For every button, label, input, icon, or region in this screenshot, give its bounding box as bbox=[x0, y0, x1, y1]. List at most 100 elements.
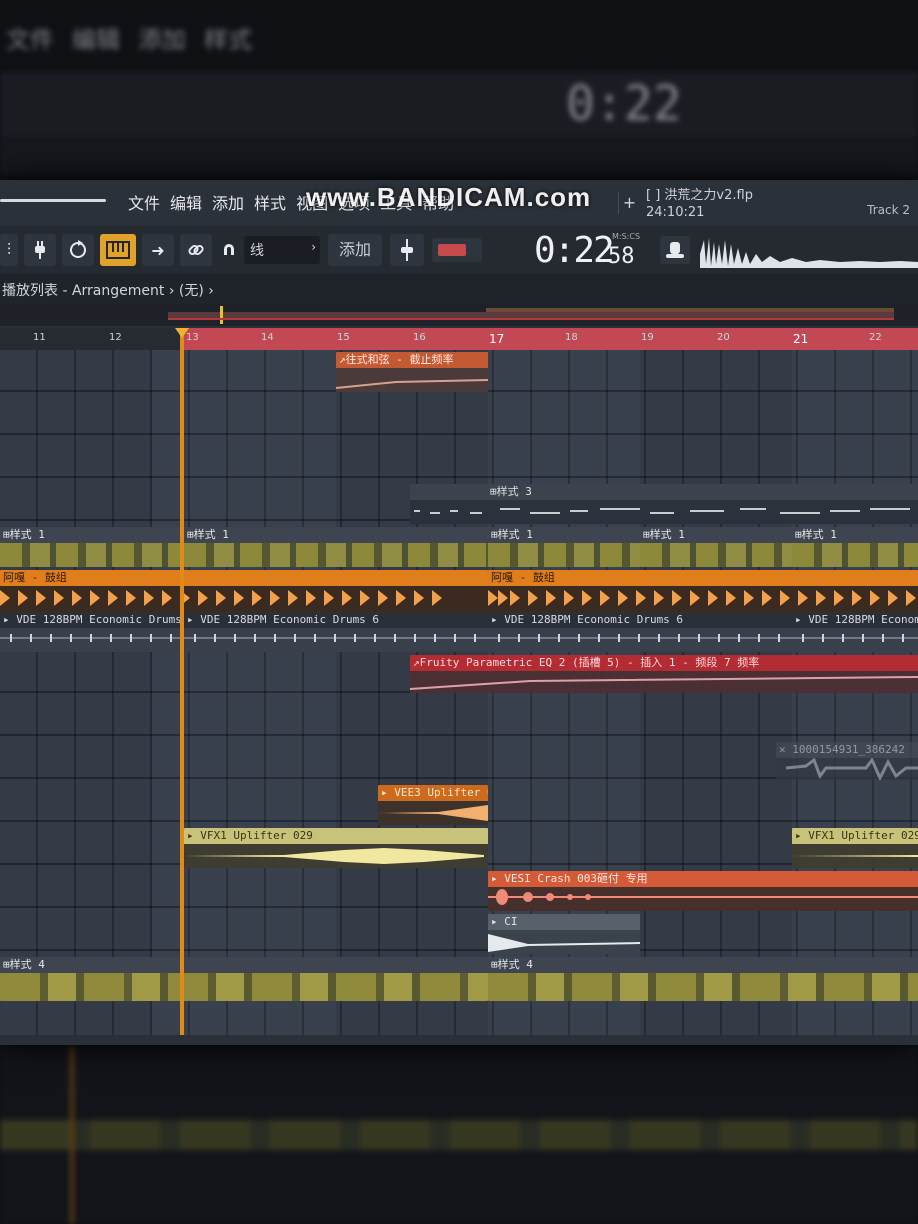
playlist-overview[interactable] bbox=[0, 304, 918, 326]
automation-clip-eq[interactable]: ↗Fruity Parametric EQ 2 (插槽 5) - 插入 1 - … bbox=[410, 655, 918, 693]
loop-icon[interactable] bbox=[62, 234, 94, 266]
arrow-right-icon[interactable]: ➜ bbox=[142, 234, 174, 266]
clip-title: ▸ VDE 128BPM Economic Drums 6 bbox=[488, 612, 792, 628]
time-unit-label: M:S:CS bbox=[612, 232, 641, 241]
automation-clip[interactable]: ↗往式和弦 - 截止频率 bbox=[336, 352, 488, 392]
bandicam-watermark: www.BANDICAM.com bbox=[306, 182, 592, 212]
clip-title: ▸ VEE3 Uplifter 04 bbox=[378, 785, 488, 801]
background-playline bbox=[70, 1045, 74, 1224]
song-time: 0:22 bbox=[534, 230, 615, 271]
menu-add[interactable]: 添加 bbox=[212, 190, 244, 214]
pattern-clip-4[interactable]: ⊞样式 4 bbox=[0, 957, 488, 1001]
clip-title: ▸ VFX1 Uplifter 029 bbox=[792, 828, 918, 844]
audio-clip-vde[interactable]: ▸ VDE 128BPM Economic Drums 6 bbox=[488, 612, 792, 652]
output-waveform bbox=[700, 238, 918, 268]
project-time: 24:10:21 bbox=[646, 205, 705, 220]
bar-number: 20 bbox=[717, 332, 730, 343]
snap-value: 线 bbox=[250, 243, 264, 259]
pattern-clip-1[interactable]: ⊞样式 1 bbox=[184, 527, 488, 567]
drum-clip[interactable]: 阿嘎 - 鼓组 bbox=[488, 570, 918, 612]
menu-patterns[interactable]: 样式 bbox=[254, 190, 286, 214]
bar-number: 19 bbox=[641, 332, 654, 343]
hat-icon[interactable] bbox=[660, 236, 690, 264]
project-bracket: [ ] bbox=[646, 188, 661, 203]
timeline-ruler[interactable]: 11 12 13 14 15 16 17 18 19 20 21 22 bbox=[0, 328, 918, 350]
audio-clip-vesi[interactable]: ▸ VESI Crash 003砸付 专用 bbox=[488, 871, 918, 911]
audio-clip-vde[interactable]: ▸ VDE 128BPM Economic Drums 6 bbox=[0, 612, 184, 652]
clip-title: 阿嘎 - 鼓组 bbox=[488, 570, 918, 586]
clip-title: ↗Fruity Parametric EQ 2 (插槽 5) - 插入 1 - … bbox=[410, 655, 918, 671]
bar-shade bbox=[0, 350, 152, 1035]
pattern-clip-1[interactable]: ⊞样式 1 bbox=[792, 527, 918, 567]
stamp-icon[interactable] bbox=[390, 234, 424, 266]
audio-clip-ci[interactable]: ▸ CI bbox=[488, 914, 640, 954]
clip-title: ▸ VDE 128BPM Economic Drums 6 bbox=[0, 612, 184, 628]
breadcrumb-separator-end: › bbox=[208, 283, 214, 299]
pattern-clip-4[interactable]: ⊞样式 4 bbox=[488, 957, 918, 1001]
clip-title: 阿嘎 - 鼓组 bbox=[0, 570, 488, 586]
pattern-clip-1[interactable]: ⊞样式 1 bbox=[0, 527, 184, 567]
audio-clip-vde[interactable]: ▸ VDE 128BPM Economic Drums 6 bbox=[184, 612, 488, 652]
menu-file[interactable]: 文件 bbox=[128, 190, 160, 214]
clip-title: ▸ VESI Crash 003砸付 专用 bbox=[488, 871, 918, 887]
clip-title: ▸ CI bbox=[488, 914, 640, 930]
audio-clip-vfx1[interactable]: ▸ VFX1 Uplifter 029 bbox=[184, 828, 488, 868]
clip-title: ✕ 1000154931_386242 bbox=[776, 742, 918, 758]
bar-number: 14 bbox=[261, 332, 274, 343]
breadcrumb-current[interactable]: (无) bbox=[179, 283, 204, 299]
add-button[interactable]: 添加 bbox=[328, 234, 382, 266]
playhead-marker-icon[interactable] bbox=[175, 328, 189, 338]
bar-number: 12 bbox=[109, 332, 122, 343]
bar-number: 15 bbox=[337, 332, 350, 343]
piano-icon[interactable] bbox=[100, 234, 136, 266]
audio-clip-vde[interactable]: ▸ VDE 128BPM Economic Drums 6 bbox=[792, 612, 918, 652]
pattern-clip-3[interactable]: ⊞样式 3 bbox=[410, 484, 918, 524]
breadcrumb-playlist[interactable]: 播放列表 - Arrangement bbox=[2, 283, 164, 299]
project-info: [ ] 洪荒之力v2.flp 24:10:21 bbox=[646, 184, 753, 220]
breadcrumb-separator: › bbox=[168, 283, 175, 299]
clip-title: ▸ VDE 128BPM Economic Drums 6 bbox=[184, 612, 488, 628]
playhead[interactable] bbox=[180, 328, 184, 1035]
pattern-icon[interactable] bbox=[432, 238, 482, 262]
chevron-right-icon: › bbox=[311, 240, 316, 254]
playlist-window: 文件 编辑 添加 样式 视图 选项 工具 帮助 www.BANDICAM.com… bbox=[0, 180, 918, 1045]
clip-title: ▸ VFX1 Uplifter 029 bbox=[184, 828, 488, 844]
bar-number: 11 bbox=[33, 332, 46, 343]
clip-title: ⊞样式 1 bbox=[640, 527, 792, 543]
breadcrumb: 播放列表 - Arrangement › (无) › bbox=[0, 274, 918, 304]
bar-number: 22 bbox=[869, 332, 882, 343]
playlist-tracks[interactable]: ↗往式和弦 - 截止频率 ⊞样式 3 ⊞样式 1 ⊞样式 1 ⊞样式 1 ⊞样式… bbox=[0, 350, 918, 1035]
clip-title: ↗往式和弦 - 截止频率 bbox=[336, 352, 488, 368]
magnet-icon[interactable] bbox=[218, 234, 240, 266]
clip-title: ▸ VDE 128BPM Economic Drums 6 bbox=[792, 612, 918, 628]
mixer-icon[interactable]: ⫶ bbox=[0, 234, 18, 266]
clip-title: ⊞样式 1 bbox=[792, 527, 918, 543]
background-toolbar bbox=[0, 72, 918, 138]
pattern-clip-1[interactable]: ⊞样式 1 bbox=[488, 527, 640, 567]
clip-title: ⊞样式 1 bbox=[0, 527, 184, 543]
audio-clip-sample[interactable]: ✕ 1000154931_386242 bbox=[776, 742, 918, 780]
audio-clip-vfx1[interactable]: ▸ VFX1 Uplifter 029 bbox=[792, 828, 918, 868]
snap-select[interactable]: 线 › bbox=[244, 236, 320, 264]
clip-title: ⊞样式 4 bbox=[488, 957, 918, 973]
background-breadcrumb bbox=[0, 140, 918, 176]
menubar: 文件 编辑 添加 样式 视图 选项 工具 帮助 www.BANDICAM.com… bbox=[0, 180, 918, 226]
audio-clip-vee3[interactable]: ▸ VEE3 Uplifter 04 bbox=[378, 785, 488, 825]
link-icon[interactable] bbox=[180, 234, 212, 266]
background-stripe bbox=[0, 1120, 918, 1150]
clip-title: ⊞样式 4 bbox=[0, 957, 488, 973]
overview-clips bbox=[168, 306, 894, 324]
master-volume-slider[interactable] bbox=[0, 199, 106, 202]
drum-clip[interactable]: 阿嘎 - 鼓组 bbox=[0, 570, 488, 612]
bar-number: 18 bbox=[565, 332, 578, 343]
project-name: 洪荒之力v2.flp bbox=[664, 188, 753, 203]
toolbar: ⫶ ➜ 线 › 添加 0:22 M:S:CS 58 bbox=[0, 226, 918, 274]
add-pattern-button[interactable]: + bbox=[618, 192, 640, 214]
song-time-centiseconds: 58 bbox=[608, 244, 635, 269]
clip-title: ⊞样式 1 bbox=[488, 527, 640, 543]
clip-title: ⊞样式 3 bbox=[410, 484, 918, 500]
plug-icon[interactable] bbox=[24, 234, 56, 266]
pattern-clip-1[interactable]: ⊞样式 1 bbox=[640, 527, 792, 567]
menu-edit[interactable]: 编辑 bbox=[170, 190, 202, 214]
background-time: 0:22 bbox=[566, 76, 682, 132]
